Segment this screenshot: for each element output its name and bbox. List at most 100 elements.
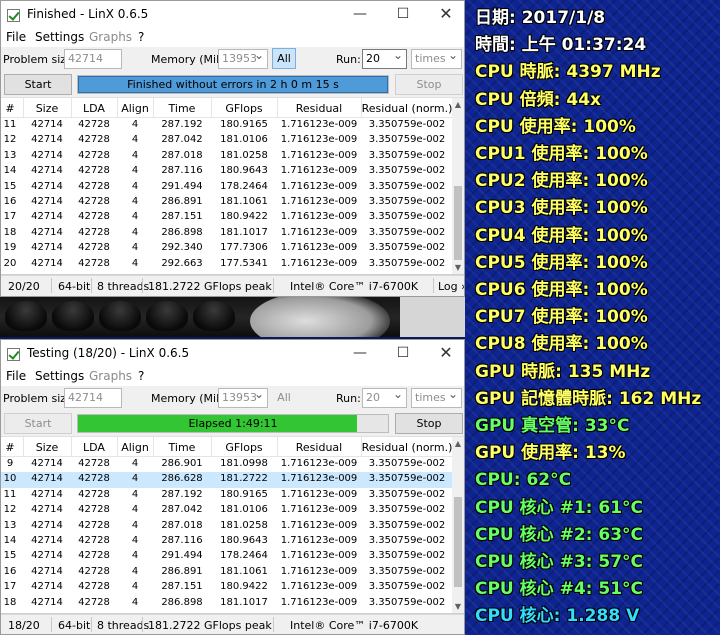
column-divider[interactable]: [71, 437, 72, 457]
table-row[interactable]: 13 42714 42728 4 287.018 181.0258 1.716123e-00…: [1, 149, 464, 164]
column-header-gflops[interactable]: GFlops: [211, 102, 277, 115]
table-row[interactable]: 17 42714 42728 4 287.151 180.9422 1.716123e-00…: [1, 580, 464, 595]
column-divider[interactable]: [277, 437, 278, 457]
title-bar[interactable]: Finished - LinX 0.6.5 — ☐ ✕: [1, 1, 464, 29]
memory-dropdown[interactable]: 13953: [218, 48, 268, 69]
cell-residual: 1.716123e-009: [280, 550, 358, 562]
menu-help[interactable]: ?: [138, 30, 144, 44]
run-count-dropdown[interactable]: 20: [362, 48, 407, 69]
column-header-size[interactable]: Size: [23, 441, 71, 454]
column-divider[interactable]: [117, 98, 118, 118]
minimize-button[interactable]: —: [343, 340, 377, 368]
cell-align: 4: [131, 226, 139, 238]
scroll-down-arrow-icon[interactable]: ▼: [452, 602, 464, 611]
table-row[interactable]: 16 42714 42728 4 286.891 181.1061 1.716123e-00…: [1, 565, 464, 580]
column-header-size[interactable]: Size: [23, 102, 71, 115]
menu-file[interactable]: File: [6, 30, 26, 44]
column-header-index[interactable]: #: [1, 441, 19, 454]
cell-align: 4: [131, 519, 139, 531]
table-row[interactable]: 15 42714 42728 4 291.494 178.2464 1.716123e-00…: [1, 180, 464, 195]
table-row[interactable]: 17 42714 42728 4 287.151 180.9422 1.716123e-00…: [1, 210, 464, 225]
minimize-button[interactable]: —: [343, 1, 377, 29]
status-bar: 20/20 64-bit 8 threads 181.2722 GFlops p…: [1, 275, 464, 295]
table-row[interactable]: 12 42714 42728 4 287.042 181.0106 1.716123e-00…: [1, 503, 464, 518]
stop-button[interactable]: Stop: [395, 74, 463, 95]
column-header-lda[interactable]: LDA: [71, 102, 117, 115]
log-toggle-button[interactable]: Log ›: [438, 280, 464, 293]
column-divider[interactable]: [71, 98, 72, 118]
table-row[interactable]: 15 42714 42728 4 291.494 178.2464 1.716123e-00…: [1, 549, 464, 564]
maximize-button[interactable]: ☐: [386, 340, 420, 368]
table-row[interactable]: 16 42714 42728 4 286.891 181.1061 1.716123e-00…: [1, 195, 464, 210]
cell-size: 42714: [31, 119, 63, 130]
stop-button[interactable]: Stop: [395, 413, 463, 434]
table-row[interactable]: 9 42714 42728 4 286.901 181.0998 1.716123e-009…: [1, 457, 464, 472]
cell-time: 286.628: [161, 473, 203, 485]
table-row[interactable]: 20 42714 42728 4 292.663 177.5341 1.716123e-00…: [1, 257, 464, 272]
column-divider[interactable]: [277, 98, 278, 118]
close-button[interactable]: ✕: [429, 1, 463, 29]
table-row[interactable]: 11 42714 42728 4 287.192 180.9165 1.716123e-00…: [1, 488, 464, 503]
column-divider[interactable]: [23, 98, 24, 118]
table-row[interactable]: 12 42714 42728 4 287.042 181.0106 1.716123e-00…: [1, 133, 464, 148]
table-row[interactable]: 19 42714 42728 4 292.340 177.7306 1.716123e-00…: [1, 241, 464, 256]
column-header-gflops[interactable]: GFlops: [211, 441, 277, 454]
memory-dropdown[interactable]: 13953: [218, 387, 268, 408]
table-row[interactable]: 18 42714 42728 4 286.898 181.1017 1.716123e-00…: [1, 226, 464, 241]
all-memory-button[interactable]: All: [272, 387, 296, 408]
start-button[interactable]: Start: [4, 74, 72, 95]
menu-graphs[interactable]: Graphs: [89, 30, 132, 44]
cell-residual: 1.716123e-009: [280, 534, 358, 546]
column-header-align[interactable]: Align: [117, 102, 153, 115]
table-row[interactable]: 10 42714 42728 4 286.628 181.2722 1.716123e-00…: [1, 472, 464, 488]
problem-size-input[interactable]: 42714: [64, 388, 122, 408]
vertical-scrollbar[interactable]: ▲ ▼: [452, 437, 464, 613]
column-header-residual-norm[interactable]: Residual (norm.): [361, 441, 453, 454]
column-header-align[interactable]: Align: [117, 441, 153, 454]
column-divider[interactable]: [153, 437, 154, 457]
table-row[interactable]: 14 42714 42728 4 287.116 180.9643 1.716123e-00…: [1, 534, 464, 549]
menu-graphs[interactable]: Graphs: [89, 369, 132, 383]
cell-residual: 1.716123e-009: [280, 119, 358, 130]
menu-settings[interactable]: Settings: [35, 369, 84, 383]
column-header-time[interactable]: Time: [153, 441, 211, 454]
column-divider[interactable]: [117, 437, 118, 457]
table-row[interactable]: 18 42714 42728 4 286.898 181.1017 1.716123e-00…: [1, 596, 464, 611]
run-count-dropdown[interactable]: 20: [362, 387, 407, 408]
close-button[interactable]: ✕: [429, 340, 463, 368]
problem-size-input[interactable]: 42714: [64, 49, 122, 69]
title-bar[interactable]: Testing (18/20) - LinX 0.6.5 — ☐ ✕: [1, 340, 464, 368]
run-unit-dropdown[interactable]: times: [411, 48, 462, 69]
column-header-lda[interactable]: LDA: [71, 441, 117, 454]
table-row[interactable]: 14 42714 42728 4 287.116 180.9643 1.716123e-00…: [1, 164, 464, 179]
column-divider[interactable]: [361, 98, 362, 118]
column-header-residual[interactable]: Residual: [277, 102, 361, 115]
scrollbar-thumb[interactable]: [454, 497, 462, 587]
table-row[interactable]: 11 42714 42728 4 287.192 180.9165 1.716123e-00…: [1, 118, 464, 133]
column-divider[interactable]: [211, 98, 212, 118]
maximize-button[interactable]: ☐: [386, 1, 420, 29]
menu-help[interactable]: ?: [138, 369, 144, 383]
scroll-up-arrow-icon[interactable]: ▲: [452, 439, 464, 448]
scroll-down-arrow-icon[interactable]: ▼: [452, 263, 464, 272]
column-divider[interactable]: [153, 98, 154, 118]
scrollbar-thumb[interactable]: [454, 186, 462, 260]
menu-file[interactable]: File: [6, 369, 26, 383]
vertical-scrollbar[interactable]: ▲ ▼: [452, 98, 464, 274]
column-header-index[interactable]: #: [1, 102, 19, 115]
column-header-residual-norm[interactable]: Residual (norm.): [361, 102, 453, 115]
all-memory-button[interactable]: All: [272, 48, 296, 69]
column-divider[interactable]: [23, 437, 24, 457]
scroll-up-arrow-icon[interactable]: ▲: [452, 100, 464, 109]
status-peak: 181.2722 GFlops peak: [148, 280, 272, 293]
table-row[interactable]: 13 42714 42728 4 287.018 181.0258 1.716123e-00…: [1, 519, 464, 534]
cell-residual-norm: 3.350759e-002: [368, 565, 446, 577]
column-divider[interactable]: [361, 437, 362, 457]
start-button[interactable]: Start: [4, 413, 72, 434]
column-header-residual[interactable]: Residual: [277, 441, 361, 454]
column-header-time[interactable]: Time: [153, 102, 211, 115]
osd-line: GPU 真空管: 33°C: [475, 416, 630, 436]
menu-settings[interactable]: Settings: [35, 30, 84, 44]
run-unit-dropdown[interactable]: times: [411, 387, 462, 408]
column-divider[interactable]: [211, 437, 212, 457]
